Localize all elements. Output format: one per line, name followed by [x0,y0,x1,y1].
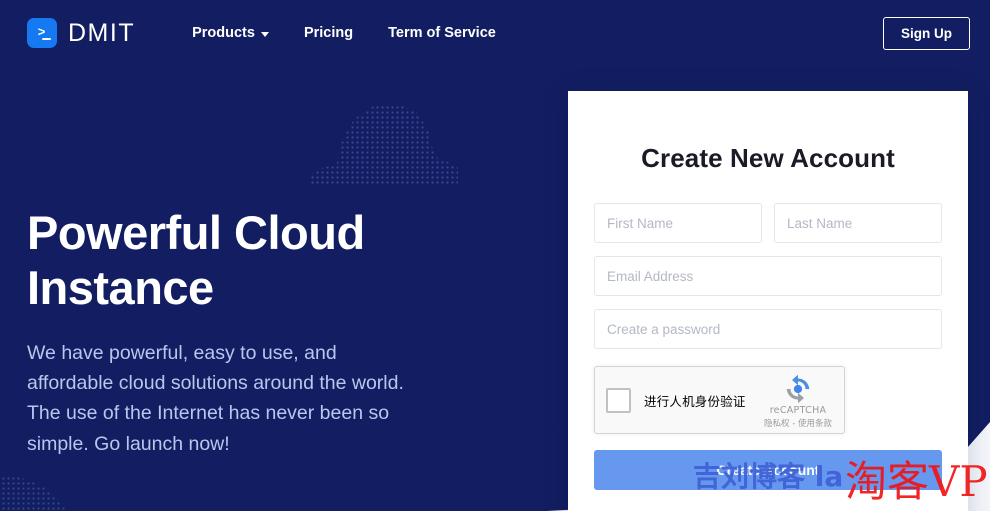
page-root: > DMIT Products Pricing Term of Service … [0,0,990,511]
navbar: > DMIT Products Pricing Term of Service … [0,0,990,66]
create-account-button[interactable]: Create Account [594,450,942,490]
recaptcha-branding: reCAPTCHA 隐私权 - 使用条款 [761,374,835,429]
page-title: Powerful Cloud Instance [27,205,447,316]
hero-title-line-2: Instance [27,261,214,314]
signup-card-title: Create New Account [594,143,942,174]
nav-item-pricing-label: Pricing [304,25,353,41]
terminal-prompt-icon: > [27,18,57,48]
nav-links: Products Pricing Term of Service [192,25,496,41]
nav-item-products[interactable]: Products [192,25,269,41]
name-row [594,203,942,243]
nav-item-term-of-service[interactable]: Term of Service [388,25,496,41]
chevron-down-icon [261,32,269,37]
terminal-cursor-bar [42,38,51,40]
brand-name: DMIT [68,19,135,48]
hero-subtitle: We have powerful, easy to use, and affor… [27,338,407,459]
signup-card: Create New Account 进行人机身份验证 reCAPTCHA [568,91,968,511]
nav-item-pricing[interactable]: Pricing [304,25,353,41]
navbar-right: Sign Up [883,17,970,50]
last-name-input[interactable] [774,203,942,243]
nav-item-term-of-service-label: Term of Service [388,25,496,41]
password-input[interactable] [594,309,942,349]
recaptcha-terms[interactable]: 隐私权 - 使用条款 [764,417,832,429]
first-name-input[interactable] [594,203,762,243]
hero-title-line-1: Powerful Cloud [27,206,365,259]
nav-item-products-label: Products [192,25,255,41]
recaptcha-widget[interactable]: 进行人机身份验证 reCAPTCHA 隐私权 - 使用条款 [594,366,845,434]
hero-copy: Powerful Cloud Instance We have powerful… [27,205,447,459]
recaptcha-refresh-icon [783,374,813,404]
recaptcha-checkbox[interactable] [606,388,631,413]
brand-logo-link[interactable]: > DMIT [27,18,135,48]
recaptcha-label: 进行人机身份验证 [644,391,746,410]
recaptcha-brand-name: reCAPTCHA [770,405,827,416]
signup-form: 进行人机身份验证 reCAPTCHA 隐私权 - 使用条款 Create Acc… [594,203,942,490]
email-input[interactable] [594,256,942,296]
terminal-prompt-glyph: > [38,26,45,39]
sign-up-button[interactable]: Sign Up [883,17,970,50]
